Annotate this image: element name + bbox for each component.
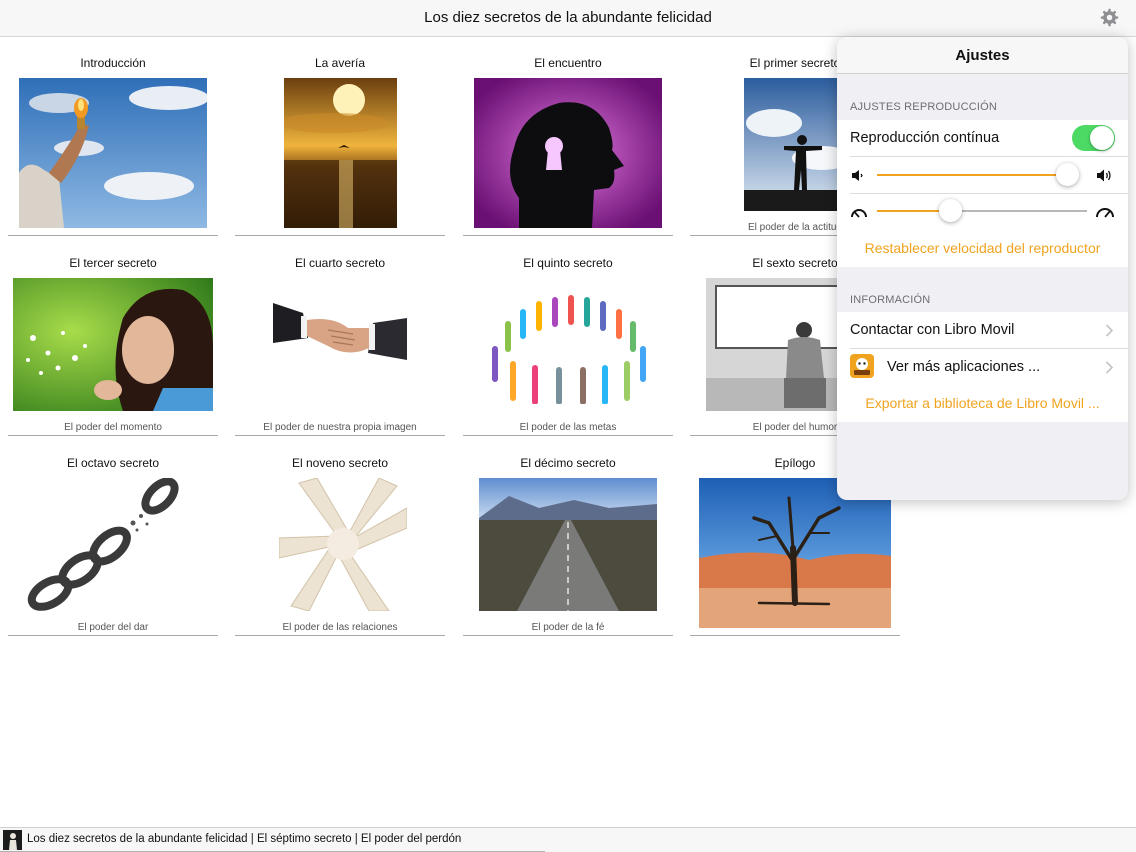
chapter-image-sunset — [284, 78, 397, 228]
now-playing-thumbnail — [3, 830, 22, 850]
book-title: Los diez secretos de la abundante felici… — [424, 9, 712, 26]
chapter-subtitle: El poder del momento — [64, 422, 162, 433]
app-icon — [850, 354, 874, 378]
chapter-card[interactable]: El octavo secreto El poder del dar — [8, 440, 218, 636]
chapter-title: El octavo secreto — [66, 456, 160, 470]
chapter-image-dandelion-woman — [13, 278, 213, 411]
continuous-playback-toggle[interactable] — [1072, 125, 1115, 151]
volume-row — [837, 157, 1128, 194]
more-apps-label: Ver más aplicaciones ... — [887, 359, 1041, 375]
chapter-subtitle: El poder de las metas — [519, 422, 617, 433]
contact-label: Contactar con Libro Movil — [850, 322, 1015, 338]
chapter-card[interactable]: El tercer secreto El poder del momento — [8, 240, 218, 436]
chapter-subtitle: El poder de la fé — [531, 622, 605, 633]
chapter-title: Introducción — [80, 56, 146, 70]
volume-slider-fill — [877, 174, 1068, 176]
chapter-subtitle: El poder de las relaciones — [282, 622, 398, 633]
playback-section-header: AJUSTES REPRODUCCIÓN — [850, 101, 998, 113]
info-section-header: INFORMACIÓN — [850, 294, 931, 306]
contact-row[interactable]: Contactar con Libro Movil — [837, 312, 1128, 349]
continuous-playback-row: Reproducción contínua — [837, 120, 1128, 157]
chapter-title: La avería — [314, 56, 366, 70]
chapter-title: El encuentro — [534, 56, 602, 70]
chapter-card[interactable]: El décimo secreto El poder de la fé — [463, 440, 673, 636]
chapter-title: El tercer secreto — [69, 256, 157, 270]
chapter-card[interactable]: El encuentro — [463, 40, 673, 236]
chapter-image-man-arms-open — [744, 78, 846, 211]
continuous-playback-label: Reproducción contínua — [850, 130, 1000, 146]
reset-speed-row[interactable]: Restablecer velocidad del reproductor — [837, 230, 1128, 267]
chapter-card[interactable]: Introducción — [8, 40, 218, 236]
chapter-image-keyhole-head — [474, 78, 662, 228]
volume-high-icon — [1097, 169, 1111, 182]
reset-speed-button[interactable]: Restablecer velocidad del reproductor — [837, 240, 1128, 256]
gear-icon[interactable] — [1100, 8, 1119, 27]
toggle-knob — [1090, 126, 1114, 150]
speed-fast-icon — [1096, 208, 1114, 218]
chapter-card[interactable]: La avería — [235, 40, 445, 236]
chapter-image-man-blackboard — [706, 278, 838, 411]
chapter-image-dead-tree — [699, 478, 891, 628]
chapter-image-road — [479, 478, 657, 611]
chevron-right-icon — [1105, 361, 1114, 374]
speed-row — [837, 194, 1128, 231]
chapter-image-stacked-hands — [279, 478, 407, 611]
volume-slider-thumb[interactable] — [1055, 163, 1079, 186]
export-button[interactable]: Exportar a biblioteca de Libro Movil ... — [837, 395, 1128, 411]
chapter-title: El noveno secreto — [291, 456, 389, 470]
settings-header: Ajustes — [837, 37, 1128, 74]
chapter-subtitle: El poder de nuestra propia imagen — [263, 422, 417, 433]
more-apps-row[interactable]: Ver más aplicaciones ... — [837, 349, 1128, 386]
chapter-title: El décimo secreto — [520, 456, 616, 470]
speed-slow-icon — [851, 209, 867, 218]
chevron-right-icon — [1105, 324, 1114, 337]
now-playing-text: Los diez secretos de la abundante felici… — [27, 833, 462, 845]
chapter-title: El quinto secreto — [523, 256, 613, 270]
chapter-image-people-circle — [483, 294, 653, 404]
chapter-card[interactable]: El cuarto secreto El poder de nuestra pr… — [235, 240, 445, 436]
chapter-card[interactable]: El quinto secreto El poder de las metas — [463, 240, 673, 436]
speed-slider-thumb[interactable] — [939, 199, 962, 222]
now-playing-bar[interactable]: Los diez secretos de la abundante felici… — [0, 827, 1136, 852]
export-row[interactable]: Exportar a biblioteca de Libro Movil ... — [837, 385, 1128, 422]
chapter-image-handshake — [273, 298, 407, 368]
chapter-card[interactable]: El noveno secreto El poder de las relaci… — [235, 440, 445, 636]
navigation-bar: Los diez secretos de la abundante felici… — [0, 0, 1136, 37]
chapter-image-torch — [19, 78, 207, 228]
settings-title: Ajustes — [955, 47, 1010, 64]
chapter-title: El cuarto secreto — [294, 256, 386, 270]
chapter-subtitle: El poder del dar — [77, 622, 149, 633]
volume-low-icon — [852, 170, 863, 181]
settings-popover: Ajustes AJUSTES REPRODUCCIÓN Reproducció… — [837, 37, 1128, 500]
chapter-image-broken-chain — [25, 478, 191, 611]
